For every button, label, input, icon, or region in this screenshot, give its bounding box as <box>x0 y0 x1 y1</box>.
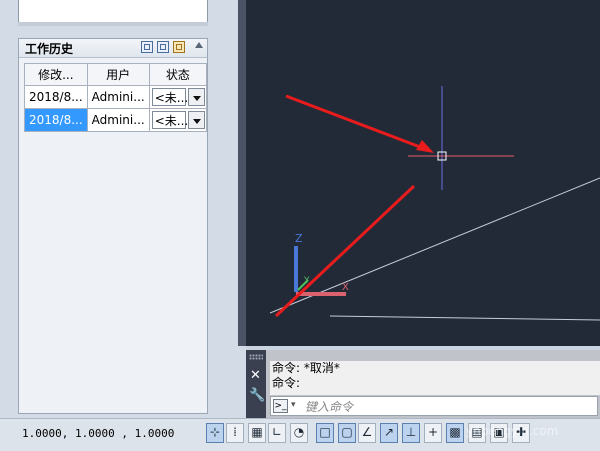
window-icon-button[interactable] <box>141 41 153 53</box>
polar-tracking-icon[interactable]: ◔ <box>290 423 308 443</box>
column-header-modified[interactable]: 修改... <box>24 63 88 86</box>
canvas-graphics: Z X Y <box>269 86 600 321</box>
drawing-canvas[interactable]: Z X Y <box>246 0 600 346</box>
watermark: ynpengyin.com <box>466 424 559 438</box>
object-snap-tracking-icon[interactable]: ⊥ <box>402 423 420 443</box>
chevron-down-icon[interactable] <box>187 88 205 106</box>
chevron-down-icon[interactable]: ▾ <box>291 400 296 410</box>
work-history-table: 修改... 用户 状态 2018/8... Admini... <未... 20… <box>24 63 208 132</box>
table-header-row: 修改... 用户 状态 <box>24 63 208 86</box>
status-dropdown[interactable]: <未... <box>150 110 205 131</box>
coordinate-readout[interactable]: 1.0000, 1.0000 , 1.0000 <box>22 427 174 440</box>
snap-mode-icon[interactable]: ⊹ <box>206 423 224 443</box>
command-prompt-icon[interactable]: >_ <box>273 399 288 413</box>
dynamic-input-icon[interactable]: + <box>424 423 442 443</box>
cell-modified[interactable]: 2018/8... <box>24 108 88 132</box>
annotation-arrowhead <box>416 140 434 153</box>
command-history-line: 命令: <box>272 376 301 390</box>
work-history-panel: 工作历史 修改... 用户 状态 2018/8... Admini... <未.… <box>18 38 208 414</box>
command-line-window: ✕ 🔧 命令: *取消* 命令: >_ ▾ <box>246 350 600 418</box>
grid-icon[interactable]: ▦ <box>248 423 266 443</box>
ucs-z-label: Z <box>295 232 303 245</box>
close-icon[interactable]: ✕ <box>250 368 261 383</box>
cell-user[interactable]: Admini... <box>86 108 150 132</box>
status-value: <未... <box>151 88 188 106</box>
work-history-title: 工作历史 <box>25 42 74 56</box>
3d-object-snap-icon[interactable]: ▢ <box>338 423 356 443</box>
cell-status: <未... <box>148 108 208 132</box>
command-input-box[interactable]: >_ ▾ <box>270 396 598 416</box>
lineweight-icon[interactable]: ▩ <box>446 423 464 443</box>
command-history: 命令: *取消* 命令: <box>270 361 600 395</box>
command-history-line: 命令: *取消* <box>272 361 340 375</box>
object-snap-icon[interactable]: □ <box>316 423 334 443</box>
ucs-x-label: X <box>342 282 349 293</box>
upper-palette-panel <box>18 0 208 23</box>
construction-line <box>329 315 600 321</box>
grid-display-icon[interactable]: ⁞ <box>226 423 244 443</box>
properties-icon-button[interactable] <box>173 41 185 53</box>
palette-divider <box>18 22 208 26</box>
chevron-down-icon[interactable] <box>187 111 205 129</box>
cell-user[interactable]: Admini... <box>86 85 150 109</box>
work-history-titlebar: 工作历史 <box>19 39 207 58</box>
ortho-mode-icon[interactable]: ∟ <box>268 423 286 443</box>
angle-icon[interactable]: ∠ <box>358 423 376 443</box>
wrench-icon[interactable]: 🔧 <box>249 388 265 403</box>
status-dropdown[interactable]: <未... <box>150 87 205 108</box>
command-input[interactable] <box>303 398 597 416</box>
table-row[interactable]: 2018/8... Admini... <未... <box>24 85 208 109</box>
status-value: <未... <box>151 111 188 129</box>
column-header-status[interactable]: 状态 <box>148 63 208 86</box>
column-header-user[interactable]: 用户 <box>86 63 150 86</box>
grip-dots-icon <box>249 354 263 360</box>
table-row-selected[interactable]: 2018/8... Admini... <未... <box>24 108 208 132</box>
zoom-icon-button[interactable] <box>157 41 169 53</box>
cell-modified[interactable]: 2018/8... <box>24 85 88 109</box>
annotation-arrow-line <box>285 94 429 152</box>
canvas-splitter[interactable] <box>238 0 246 346</box>
dynamic-ucs-icon[interactable]: ↗ <box>380 423 398 443</box>
collapse-icon[interactable] <box>195 42 203 48</box>
command-line-grip[interactable]: ✕ 🔧 <box>246 350 266 418</box>
cell-status: <未... <box>148 85 208 109</box>
